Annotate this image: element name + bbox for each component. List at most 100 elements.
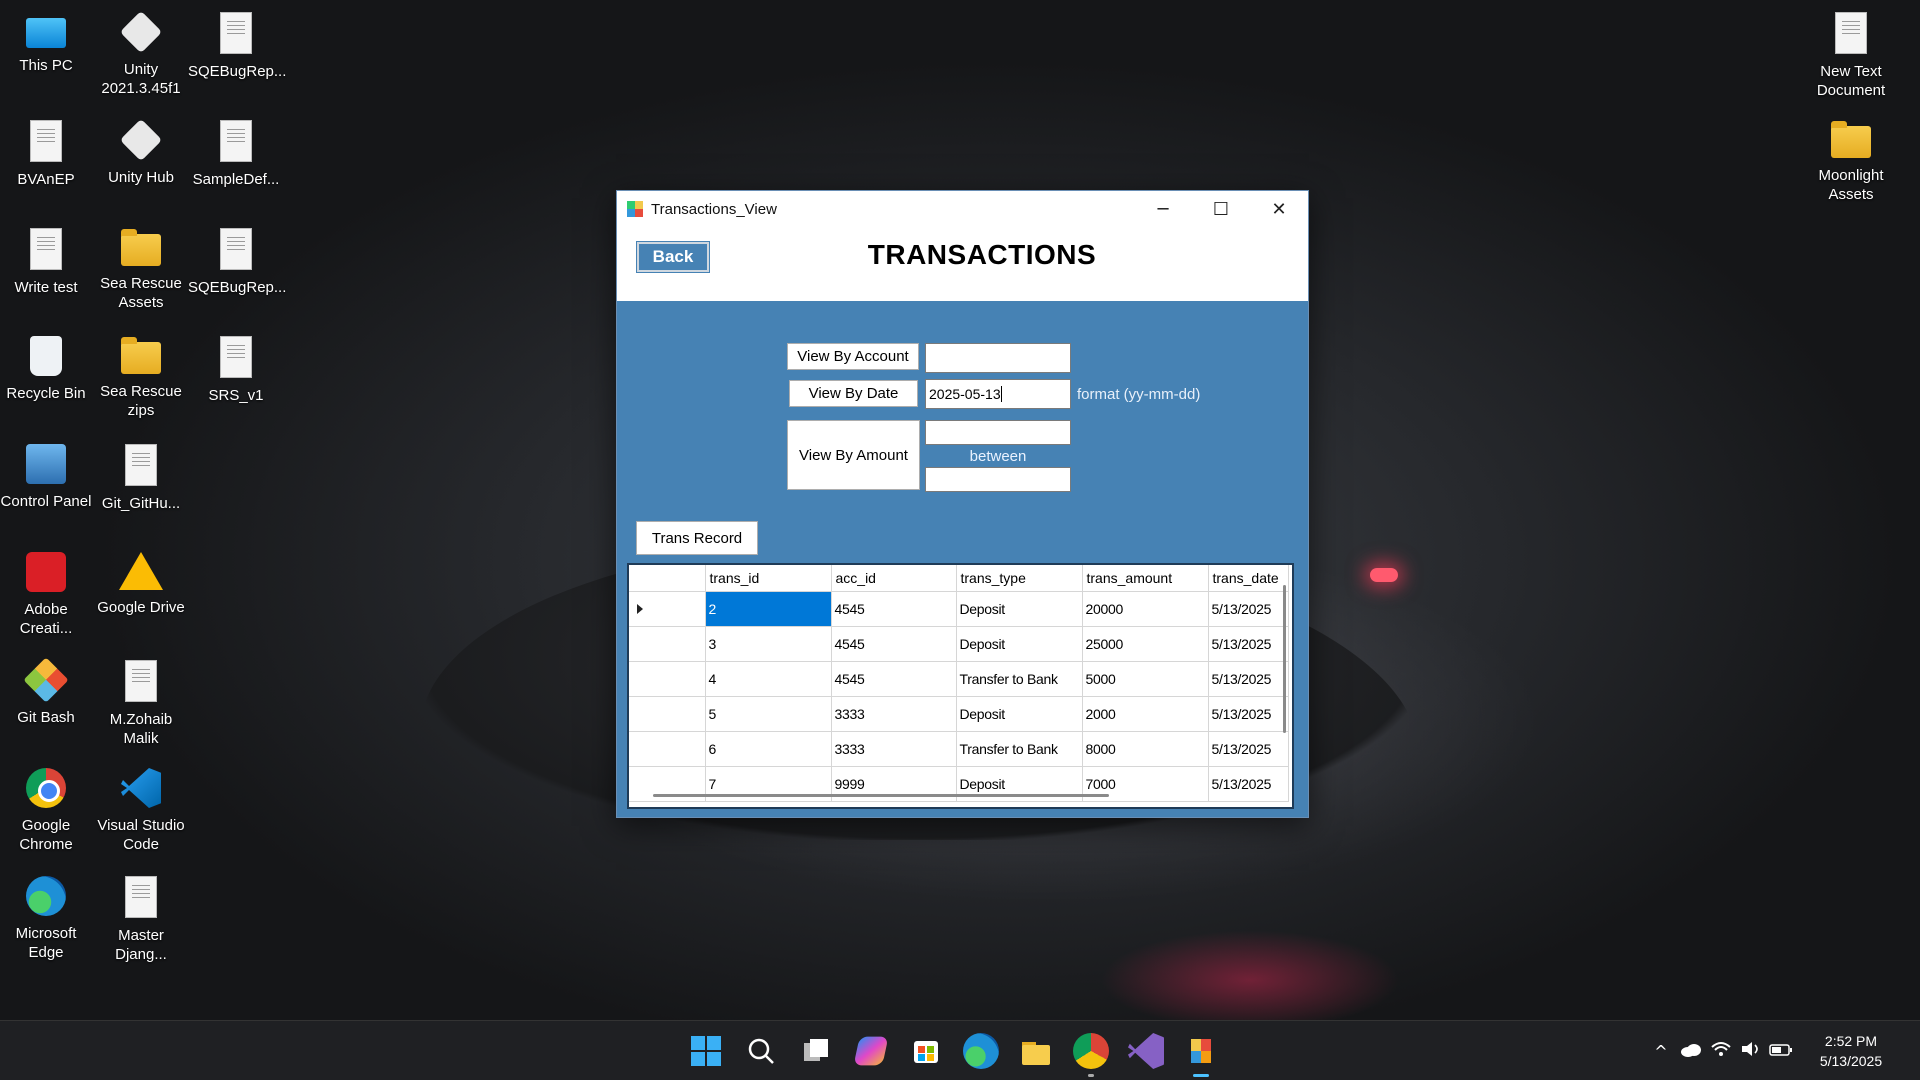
cell-trans-amount[interactable]: 25000 <box>1082 626 1209 662</box>
row-header[interactable] <box>629 696 706 732</box>
amount-min-input[interactable] <box>925 420 1071 445</box>
desktop-icon[interactable]: Git Bash <box>0 654 94 727</box>
back-button[interactable]: Back <box>636 241 710 273</box>
chrome-icon[interactable] <box>1073 1033 1109 1077</box>
date-input[interactable]: 2025-05-13 <box>925 379 1071 409</box>
cell-trans-id[interactable]: 6 <box>705 731 832 767</box>
column-header-acc-id[interactable]: acc_id <box>831 565 957 592</box>
store-icon[interactable] <box>908 1033 944 1069</box>
cell-trans-amount[interactable]: 20000 <box>1082 591 1209 627</box>
cell-trans-amount[interactable]: 5000 <box>1082 661 1209 697</box>
desktop-icon[interactable]: Moonlight Assets <box>1803 114 1899 204</box>
cell-trans-amount[interactable]: 8000 <box>1082 731 1209 767</box>
desktop-icon-label: Unity Hub <box>108 169 174 186</box>
unity-icon <box>119 10 163 54</box>
chevron-up-icon[interactable]: ^ <box>1646 1042 1676 1061</box>
desktop-icon[interactable]: SQEBugRep... <box>188 6 286 81</box>
row-header[interactable] <box>629 591 706 627</box>
column-header-trans-id[interactable]: trans_id <box>705 565 832 592</box>
desktop-icon[interactable]: New Text Document <box>1803 6 1899 100</box>
desktop-icon[interactable]: Unity 2021.3.45f1 <box>93 6 189 98</box>
cell-trans-date[interactable]: 5/13/2025 <box>1208 731 1289 767</box>
cell-trans-type[interactable]: Transfer to Bank <box>956 731 1083 767</box>
cell-trans-id[interactable]: 5 <box>705 696 832 732</box>
table-row[interactable]: 6 3333 Transfer to Bank 8000 5/13/2025 <box>629 731 1289 767</box>
desktop-icon[interactable]: Microsoft Edge <box>0 870 94 962</box>
desktop-icon[interactable]: Google Drive <box>93 546 189 617</box>
desktop-icon[interactable]: Sea Rescue Assets <box>93 222 189 312</box>
visual-studio-icon[interactable] <box>1128 1033 1164 1069</box>
vertical-scrollbar[interactable] <box>1283 585 1286 733</box>
amount-max-input[interactable] <box>925 467 1071 492</box>
title-bar[interactable]: Transactions_View ─ ☐ ✕ <box>617 191 1308 227</box>
desktop-icon[interactable]: This PC <box>0 6 94 75</box>
desktop-icon[interactable]: BVAnEP <box>0 114 94 189</box>
wifi-icon[interactable] <box>1706 1040 1736 1062</box>
cell-trans-id[interactable]: 4 <box>705 661 832 697</box>
cell-acc-id[interactable]: 3333 <box>831 696 957 732</box>
task-view-icon[interactable] <box>798 1033 834 1069</box>
desktop-icon[interactable]: Adobe Creati... <box>0 546 94 638</box>
maximize-button[interactable]: ☐ <box>1192 191 1250 227</box>
cell-trans-date[interactable]: 5/13/2025 <box>1208 696 1289 732</box>
battery-icon[interactable] <box>1766 1042 1796 1061</box>
row-header[interactable] <box>629 661 706 697</box>
column-header-trans-type[interactable]: trans_type <box>956 565 1083 592</box>
desktop-icon[interactable]: SQEBugRep... <box>188 222 286 297</box>
desktop-icon[interactable]: Google Chrome <box>0 762 94 854</box>
desktop-icon[interactable]: Write test <box>0 222 94 297</box>
table-row[interactable]: 3 4545 Deposit 25000 5/13/2025 <box>629 626 1289 662</box>
table-row[interactable]: 2 4545 Deposit 20000 5/13/2025 <box>629 591 1289 627</box>
desktop-icon[interactable]: Unity Hub <box>93 114 189 187</box>
view-by-amount-button[interactable]: View By Amount <box>787 420 920 490</box>
table-row[interactable]: 4 4545 Transfer to Bank 5000 5/13/2025 <box>629 661 1289 697</box>
clock[interactable]: 2:52 PM 5/13/2025 <box>1796 1031 1906 1071</box>
desktop-icon[interactable]: Sea Rescue zips <box>93 330 189 420</box>
transactions-grid[interactable]: trans_id acc_id trans_type trans_amount … <box>627 563 1294 809</box>
desktop-icon[interactable]: Control Panel <box>0 438 94 511</box>
cell-trans-date[interactable]: 5/13/2025 <box>1208 766 1289 802</box>
cell-acc-id[interactable]: 4545 <box>831 661 957 697</box>
cell-trans-id[interactable]: 3 <box>705 626 832 662</box>
cell-acc-id[interactable]: 4545 <box>831 591 957 627</box>
column-header-trans-amount[interactable]: trans_amount <box>1082 565 1209 592</box>
desktop-icon[interactable]: Git_GitHu... <box>93 438 189 513</box>
transactions-app-icon[interactable] <box>1183 1033 1219 1077</box>
view-by-account-button[interactable]: View By Account <box>787 343 919 370</box>
cell-trans-amount[interactable]: 2000 <box>1082 696 1209 732</box>
close-button[interactable]: ✕ <box>1250 191 1308 227</box>
desktop-icon[interactable]: M.Zohaib Malik <box>93 654 189 748</box>
desktop-icon[interactable]: Master Djang... <box>93 870 189 964</box>
row-header[interactable] <box>629 731 706 767</box>
trans-record-button[interactable]: Trans Record <box>636 521 758 555</box>
table-row[interactable]: 5 3333 Deposit 2000 5/13/2025 <box>629 696 1289 732</box>
start-icon[interactable] <box>688 1033 724 1069</box>
edge-icon[interactable] <box>963 1033 999 1069</box>
desktop-icon[interactable]: SampleDef... <box>188 114 284 189</box>
desktop-icon[interactable]: Recycle Bin <box>0 330 94 403</box>
volume-icon[interactable] <box>1736 1040 1766 1062</box>
cell-trans-type[interactable]: Deposit <box>956 626 1083 662</box>
minimize-button[interactable]: ─ <box>1134 191 1192 227</box>
desktop-icon-label: BVAnEP <box>17 171 75 188</box>
row-header[interactable] <box>629 626 706 662</box>
desktop-icon[interactable]: Visual Studio Code <box>93 762 189 854</box>
cell-trans-date[interactable]: 5/13/2025 <box>1208 591 1289 627</box>
horizontal-scrollbar[interactable] <box>653 794 1109 797</box>
cell-acc-id[interactable]: 4545 <box>831 626 957 662</box>
cell-acc-id[interactable]: 3333 <box>831 731 957 767</box>
account-input[interactable] <box>925 343 1071 373</box>
desktop-icon[interactable]: SRS_v1 <box>188 330 284 405</box>
file-explorer-icon[interactable] <box>1018 1033 1054 1069</box>
cell-trans-type[interactable]: Transfer to Bank <box>956 661 1083 697</box>
cell-trans-type[interactable]: Deposit <box>956 696 1083 732</box>
cell-trans-id[interactable]: 2 <box>705 591 832 627</box>
copilot-icon[interactable] <box>853 1036 889 1066</box>
column-header-trans-date[interactable]: trans_date <box>1208 565 1289 592</box>
search-icon[interactable] <box>743 1033 779 1069</box>
view-by-date-button[interactable]: View By Date <box>789 380 918 407</box>
cell-trans-type[interactable]: Deposit <box>956 591 1083 627</box>
onedrive-icon[interactable] <box>1676 1042 1706 1061</box>
cell-trans-date[interactable]: 5/13/2025 <box>1208 661 1289 697</box>
cell-trans-date[interactable]: 5/13/2025 <box>1208 626 1289 662</box>
